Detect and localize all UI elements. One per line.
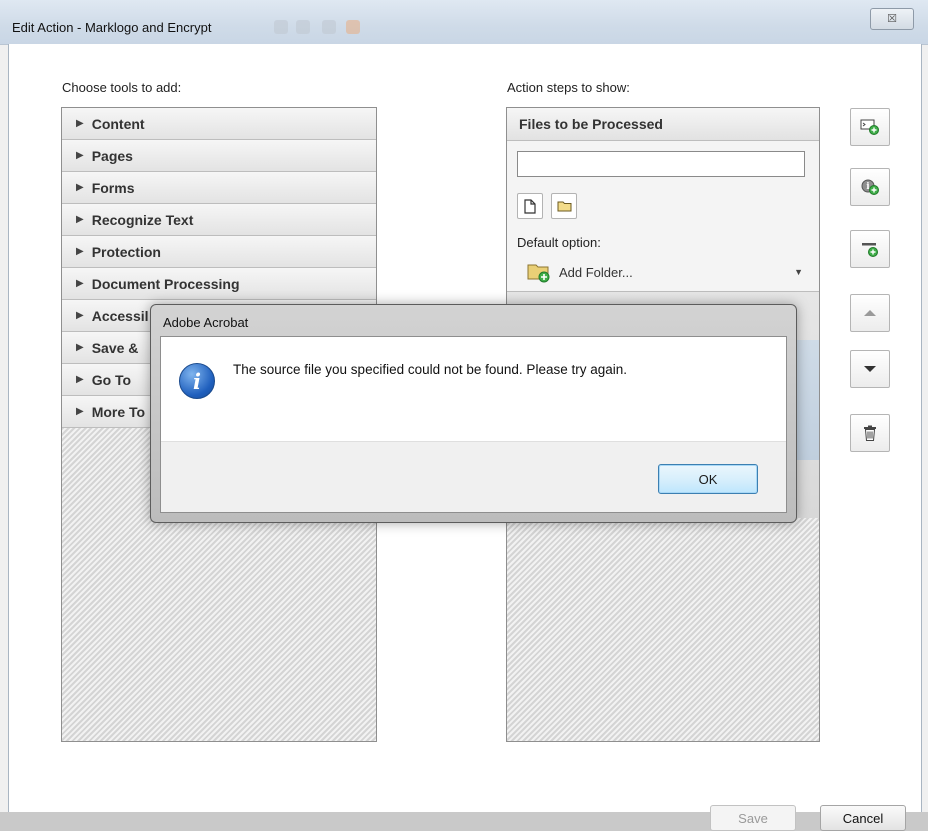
move-up-button[interactable] <box>850 294 890 332</box>
save-button[interactable]: Save <box>710 805 796 831</box>
add-folder-button[interactable] <box>551 193 577 219</box>
expand-triangle-icon: ▶ <box>76 246 84 257</box>
expand-triangle-icon: ▶ <box>76 182 84 193</box>
expand-triangle-icon: ▶ <box>76 278 84 289</box>
error-dialog-content: i The source file you specified could no… <box>160 336 787 513</box>
move-up-icon <box>864 310 876 316</box>
add-info-icon: i <box>861 179 879 195</box>
add-file-button[interactable] <box>517 193 543 219</box>
add-divider-button[interactable] <box>850 230 890 268</box>
tool-category-protection[interactable]: ▶ Protection <box>62 236 376 268</box>
delete-step-button[interactable] <box>850 414 890 452</box>
action-steps-label: Action steps to show: <box>507 80 630 95</box>
add-folder-icon <box>527 264 550 283</box>
folder-icon <box>557 201 571 212</box>
expand-triangle-icon: ▶ <box>76 406 84 417</box>
expand-triangle-icon: ▶ <box>76 342 84 353</box>
file-path-input[interactable] <box>517 151 805 177</box>
expand-triangle-icon: ▶ <box>76 150 84 161</box>
tool-category-recognize-text[interactable]: ▶ Recognize Text <box>62 204 376 236</box>
move-down-button[interactable] <box>850 350 890 388</box>
ok-button[interactable]: OK <box>658 464 758 494</box>
add-divider-icon <box>862 243 878 257</box>
tool-category-document-processing[interactable]: ▶ Document Processing <box>62 268 376 300</box>
title-bar: Edit Action - Marklogo and Encrypt ☒ <box>0 0 928 45</box>
add-info-button[interactable]: i <box>850 168 890 206</box>
expand-triangle-icon: ▶ <box>76 214 84 225</box>
choose-tools-label: Choose tools to add: <box>62 80 182 95</box>
info-icon: i <box>179 363 215 399</box>
add-instruction-button[interactable] <box>850 108 890 146</box>
expand-triangle-icon: ▶ <box>76 310 84 321</box>
tool-category-pages[interactable]: ▶ Pages <box>62 140 376 172</box>
close-icon: ☒ <box>887 13 897 25</box>
expand-triangle-icon: ▶ <box>76 118 84 129</box>
window-title: Edit Action - Marklogo and Encrypt <box>12 20 212 35</box>
background-toolbar-icon <box>322 20 336 34</box>
delete-trash-icon <box>864 425 876 441</box>
files-to-be-processed-body: Default option: Add Folder... ▼ <box>507 141 819 292</box>
document-icon <box>524 198 536 214</box>
default-option-label: Default option: <box>517 235 601 250</box>
dropdown-arrow-icon[interactable]: ▼ <box>794 267 803 277</box>
cancel-button[interactable]: Cancel <box>820 805 906 831</box>
error-dialog-title: Adobe Acrobat <box>163 315 249 330</box>
files-to-be-processed-header: Files to be Processed <box>507 108 819 141</box>
default-option-select[interactable]: Add Folder... <box>527 261 633 283</box>
move-down-icon <box>864 366 876 372</box>
add-instruction-icon <box>860 119 879 135</box>
background-toolbar-icon <box>296 20 310 34</box>
error-dialog: Adobe Acrobat i The source file you spec… <box>150 304 797 523</box>
expand-triangle-icon: ▶ <box>76 374 84 385</box>
close-button[interactable]: ☒ <box>870 8 914 30</box>
default-option-value: Add Folder... <box>559 264 633 280</box>
error-message: The source file you specified could not … <box>233 362 627 377</box>
tool-category-forms[interactable]: ▶ Forms <box>62 172 376 204</box>
background-toolbar-icon <box>346 20 360 34</box>
tool-category-content[interactable]: ▶ Content <box>62 108 376 140</box>
background-toolbar-icon <box>274 20 288 34</box>
